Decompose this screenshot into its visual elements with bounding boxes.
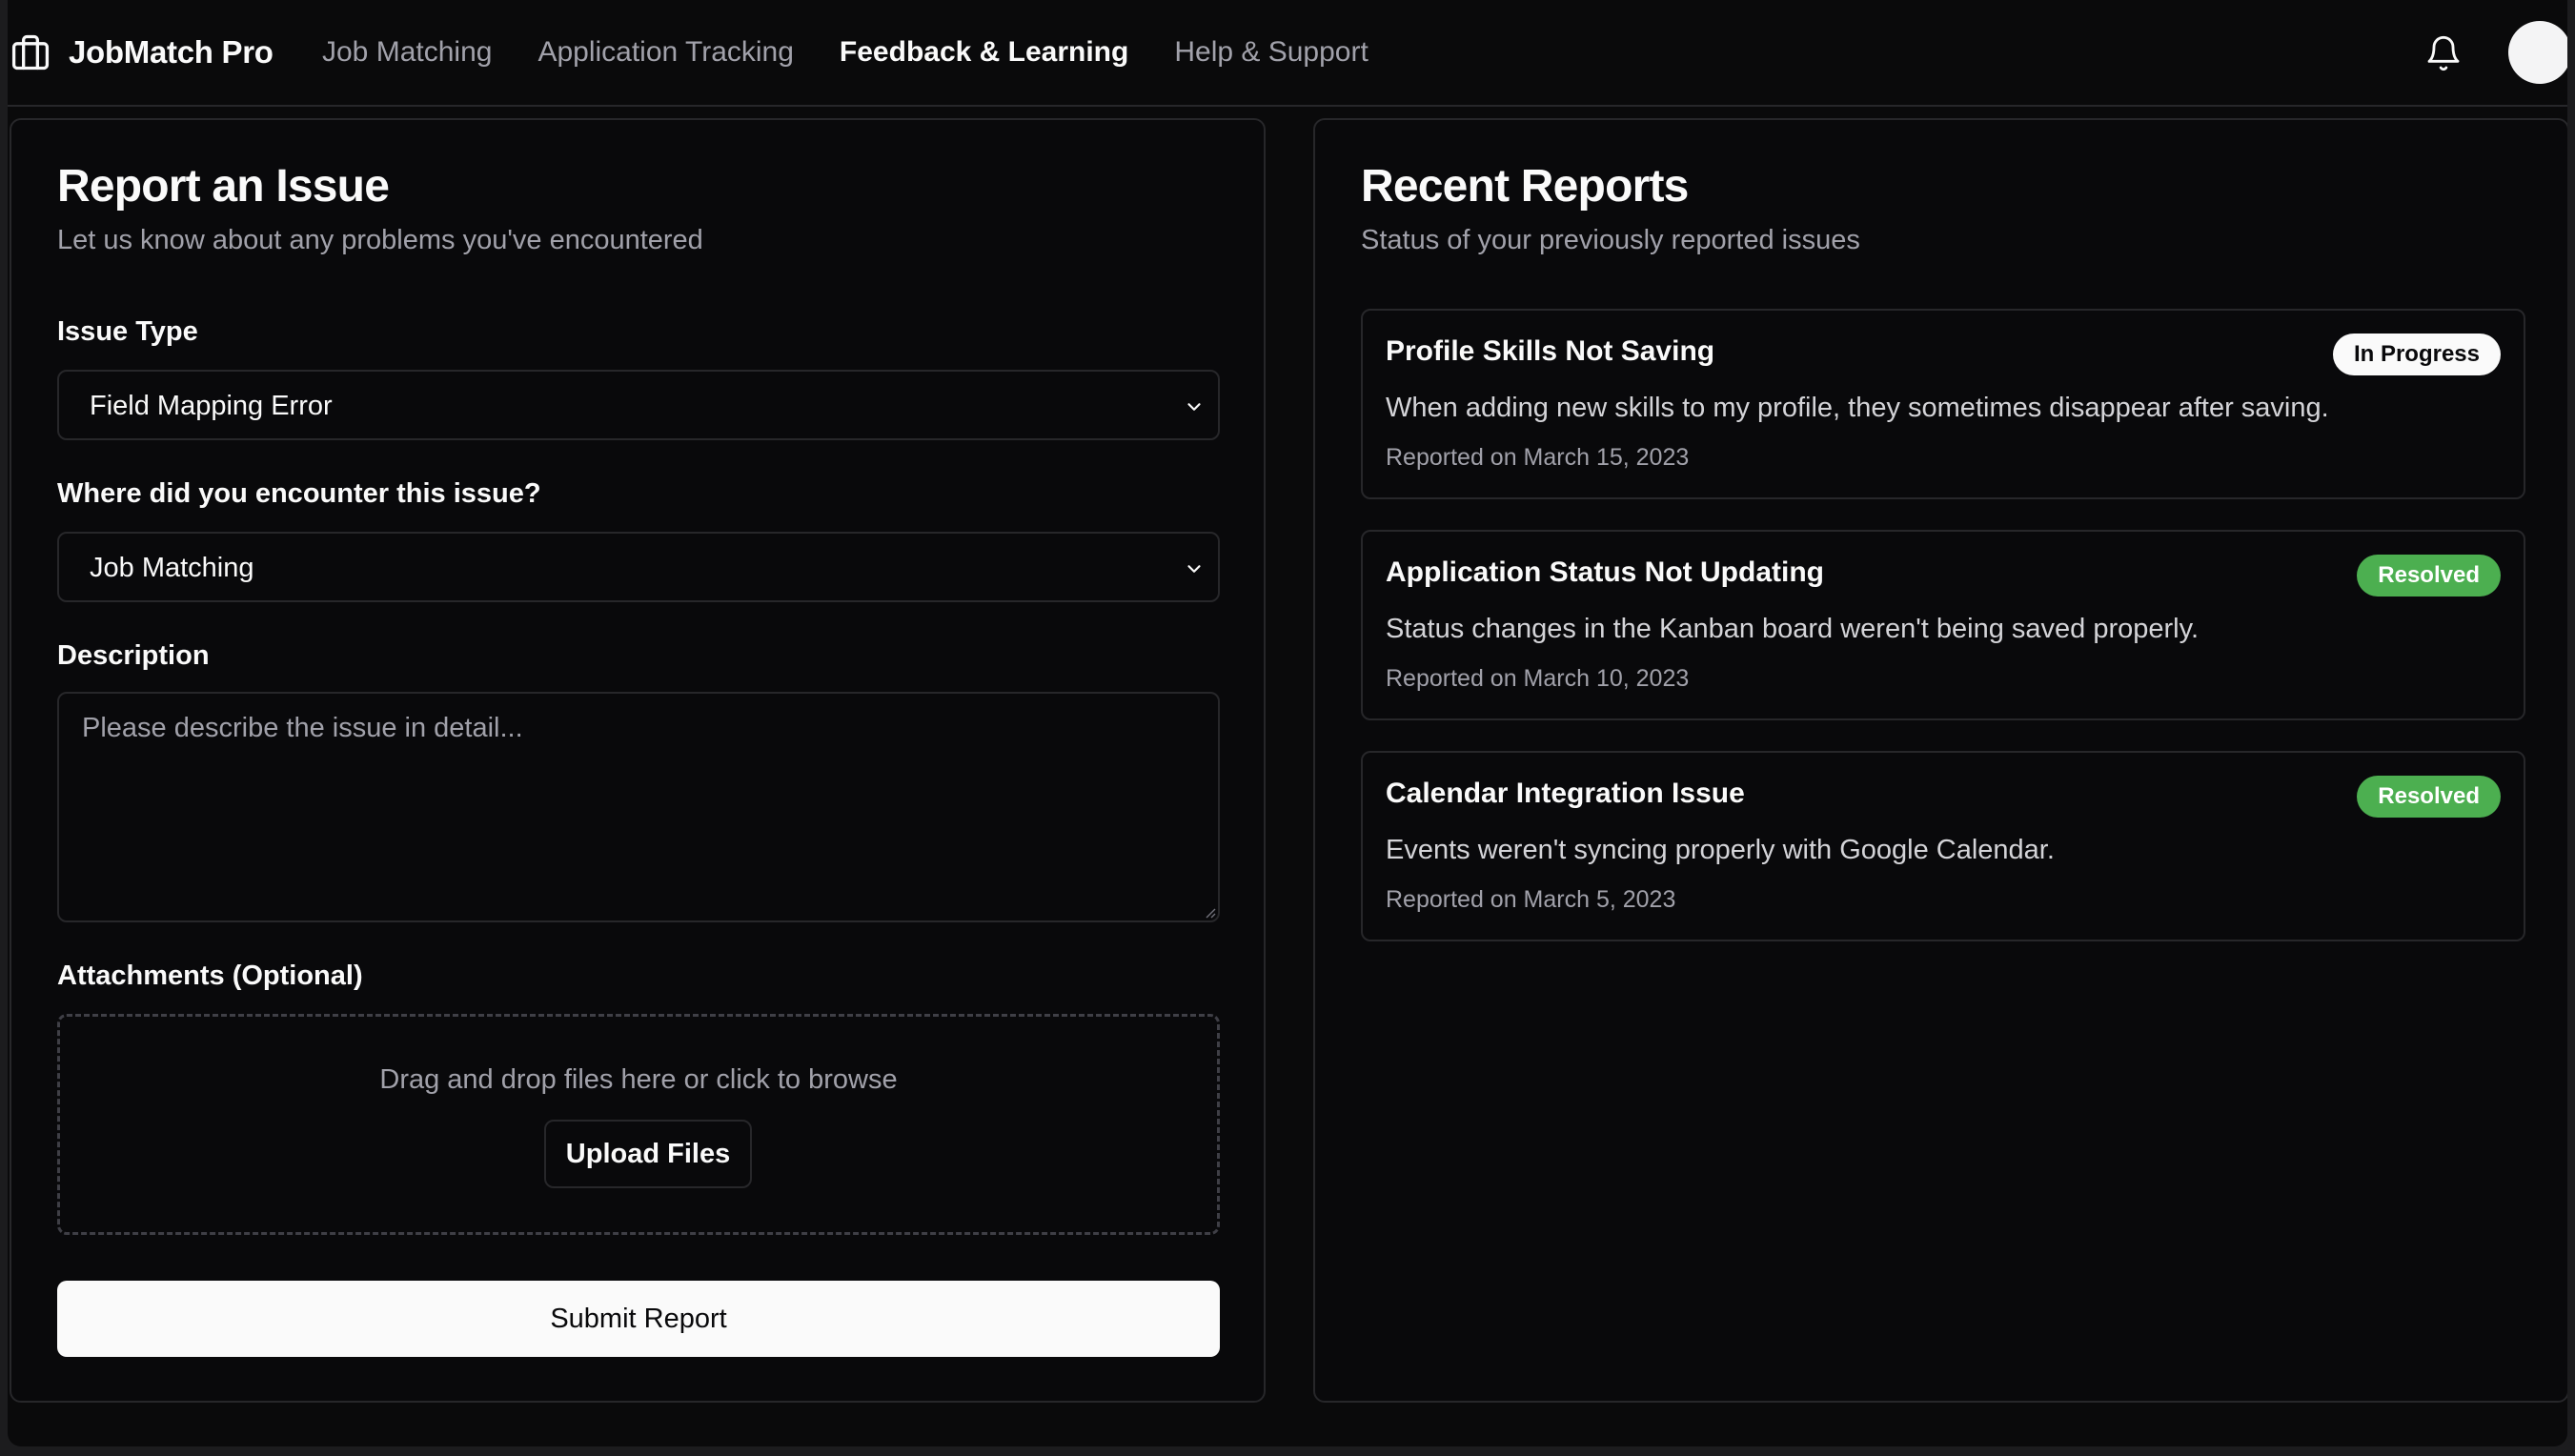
dropzone-text: Drag and drop files here or click to bro… <box>379 1064 898 1095</box>
resize-grip-icon[interactable] <box>1205 907 1216 919</box>
report-title: Application Status Not Updating <box>1386 556 1824 588</box>
nav-link-application-tracking[interactable]: Application Tracking <box>537 36 793 69</box>
issue-type-value: Field Mapping Error <box>90 391 333 421</box>
recent-reports-title: Recent Reports <box>1361 161 1689 212</box>
location-label: Where did you encounter this issue? <box>57 478 541 509</box>
location-value: Job Matching <box>90 553 254 583</box>
report-description: Events weren't syncing properly with Goo… <box>1386 835 2055 865</box>
top-nav: JobMatch Pro Job Matching Application Tr… <box>8 0 2567 107</box>
report-description: Status changes in the Kanban board weren… <box>1386 614 2200 644</box>
upload-files-button[interactable]: Upload Files <box>544 1120 752 1188</box>
report-title: Calendar Integration Issue <box>1386 778 1745 809</box>
report-date: Reported on March 5, 2023 <box>1386 886 1676 913</box>
recent-reports-subtitle: Status of your previously reported issue… <box>1361 225 1860 255</box>
report-date: Reported on March 10, 2023 <box>1386 665 1690 692</box>
description-textarea[interactable] <box>57 692 1220 922</box>
issue-type-label: Issue Type <box>57 316 198 347</box>
attachments-dropzone[interactable]: Drag and drop files here or click to bro… <box>57 1014 1220 1235</box>
user-avatar[interactable] <box>2508 21 2567 84</box>
attachments-label: Attachments (Optional) <box>57 961 363 991</box>
chevron-down-icon <box>1187 565 1201 573</box>
chevron-down-icon <box>1187 403 1201 411</box>
report-title: Profile Skills Not Saving <box>1386 335 1715 367</box>
app-window: JobMatch Pro Job Matching Application Tr… <box>8 0 2567 1446</box>
bell-icon[interactable] <box>2424 34 2463 72</box>
report-issue-card: Report an Issue Let us know about any pr… <box>10 118 1266 1403</box>
report-issue-subtitle: Let us know about any problems you've en… <box>57 225 703 255</box>
issue-type-select[interactable]: Field Mapping Error <box>57 370 1220 440</box>
report-item[interactable]: Application Status Not Updating Resolved… <box>1361 530 2525 720</box>
app-name: JobMatch Pro <box>69 34 274 70</box>
nav-links: Job Matching Application Tracking Feedba… <box>322 29 1369 76</box>
recent-reports-card: Recent Reports Status of your previously… <box>1313 118 2567 1403</box>
status-badge: Resolved <box>2357 776 2501 818</box>
report-date: Reported on March 15, 2023 <box>1386 444 1690 471</box>
report-item[interactable]: Calendar Integration Issue Resolved Even… <box>1361 751 2525 941</box>
nav-link-feedback-learning[interactable]: Feedback & Learning <box>840 36 1128 69</box>
status-badge: Resolved <box>2357 555 2501 597</box>
status-badge: In Progress <box>2332 334 2501 375</box>
nav-link-help-support[interactable]: Help & Support <box>1174 36 1368 69</box>
report-item[interactable]: Profile Skills Not Saving In Progress Wh… <box>1361 309 2525 499</box>
nav-link-job-matching[interactable]: Job Matching <box>322 36 492 69</box>
location-select[interactable]: Job Matching <box>57 532 1220 602</box>
brand[interactable]: JobMatch Pro <box>10 29 274 76</box>
report-issue-title: Report an Issue <box>57 161 390 212</box>
briefcase-icon <box>10 31 51 73</box>
report-description: When adding new skills to my profile, th… <box>1386 393 2329 423</box>
description-label: Description <box>57 640 210 671</box>
submit-report-button[interactable]: Submit Report <box>57 1281 1220 1357</box>
